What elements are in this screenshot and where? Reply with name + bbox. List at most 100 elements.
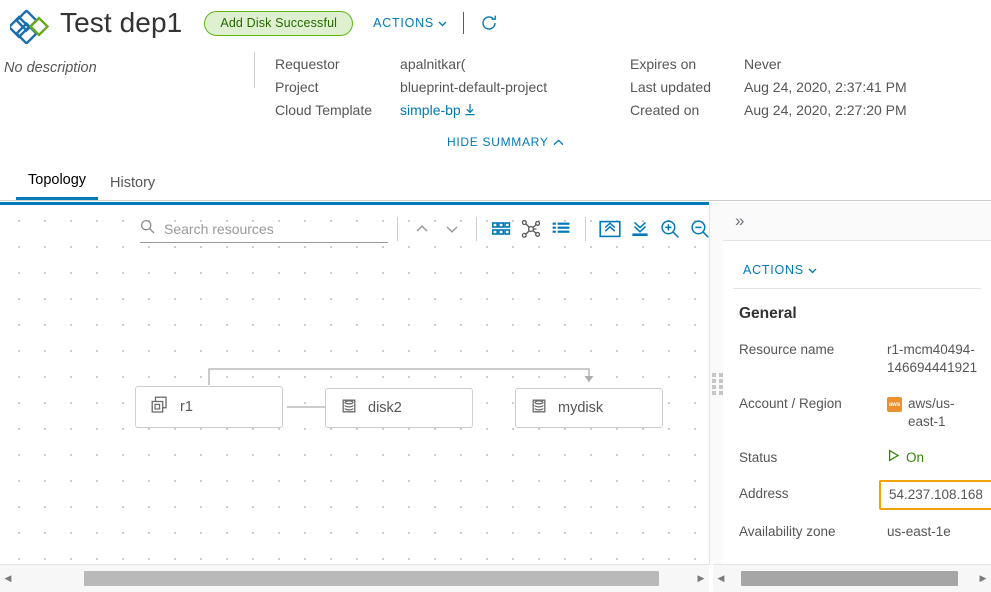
hide-summary-label: HIDE SUMMARY [447,135,549,149]
availability-zone-value: us-east-1e [887,524,951,539]
cloud-template-link[interactable]: simple-bp [400,102,461,118]
scroll-left-arrow[interactable]: ◀ [713,565,729,592]
search-resources-box[interactable] [140,216,388,243]
property-row-resource-name: Resource name r1-mcm40494-146694441921 [739,341,981,377]
property-row-availability-zone: Availability zone us-east-1e [739,523,981,541]
account-region-text: aws/us-east-1 [908,396,955,429]
property-label: Status [739,450,778,465]
scroll-right-arrow[interactable]: ▶ [975,565,991,592]
topology-canvas[interactable]: r1 disk2 [0,202,709,565]
expires-on-value: Never [744,56,782,72]
panel-horizontal-scrollbar[interactable]: ◀ ▶ [713,564,991,592]
hide-summary-button[interactable]: HIDE SUMMARY [447,135,564,149]
property-label: Address [739,486,789,501]
chevron-up-icon [553,135,564,149]
tab-topology[interactable]: Topology [16,172,99,200]
chevron-down-icon [808,263,817,277]
vmware-diamond-logo [7,8,52,46]
topology-view-icon[interactable] [516,215,546,243]
collapse-all-icon[interactable] [595,215,625,243]
toolbar-divider [397,217,398,241]
address-value[interactable]: 54.237.108.168 [879,480,991,510]
canvas-dot-grid [0,202,709,565]
status-value: On [887,449,924,467]
canvas-toolbar [140,214,709,244]
scroll-track[interactable] [729,565,975,592]
status-badge: Add Disk Successful [204,10,354,36]
list-view-icon[interactable] [546,215,576,243]
page-header: Test dep1 Add Disk Successful ACTIONS No… [0,0,991,165]
project-link[interactable]: blueprint-default-project [400,76,605,99]
canvas-horizontal-scrollbar[interactable]: ◀ ▶ [0,564,709,592]
resource-details-panel: » ACTIONS General Resource name r1-mcm40… [723,202,991,565]
resource-name-value: r1-mcm40494-146694441921 [887,342,978,375]
search-icon [140,219,155,239]
node-label: disk2 [368,400,402,416]
panel-actions-menu[interactable]: ACTIONS [733,252,981,289]
toolbar-divider [585,217,586,241]
page-title: Test dep1 [60,7,183,38]
zoom-out-icon[interactable] [685,215,709,243]
scroll-thumb[interactable] [83,571,660,586]
summary-label: Last updated [630,79,711,95]
summary-label: Project [275,79,319,95]
splitter-grip [711,372,723,395]
refresh-button[interactable] [480,14,498,32]
summary-values-2: Never Aug 24, 2020, 2:37:41 PM Aug 24, 2… [744,53,907,122]
panel-actions-label: ACTIONS [743,263,804,277]
deployment-details-page: Test dep1 Add Disk Successful ACTIONS No… [0,0,991,592]
cluster-icon [150,395,170,419]
summary-label: Expires on [630,56,697,72]
scroll-left-arrow[interactable]: ◀ [0,565,16,592]
status-text: On [906,450,925,465]
chevron-down-icon[interactable] [437,215,467,243]
summary-block: Requestor Project Cloud Template apalnit… [275,53,907,122]
node-label: mydisk [558,400,604,416]
summary-labels-1: Requestor Project Cloud Template [275,53,372,122]
header-actions-menu[interactable]: ACTIONS [373,16,447,30]
property-label: Resource name [739,342,835,357]
property-row-address: Address 54.237.108.168 [739,480,991,510]
cloud-template-row: simple-bp [400,99,605,122]
topology-node-mydisk[interactable]: mydisk [515,388,663,428]
summary-label: Requestor [275,56,340,72]
scroll-right-arrow[interactable]: ▶ [693,565,709,592]
node-label: r1 [180,399,193,415]
created-on-value: Aug 24, 2020, 2:27:20 PM [744,102,907,118]
chevron-up-icon[interactable] [407,215,437,243]
disk-icon [340,396,358,420]
last-updated-value: Aug 24, 2020, 2:37:41 PM [744,79,907,95]
summary-label: Cloud Template [275,102,373,118]
panel-section-title: General [739,305,797,322]
tab-history[interactable]: History [98,175,167,200]
property-row-status: Status On [739,449,981,467]
search-input[interactable] [162,219,388,238]
summary-values-1: apalnitkar( blueprint-default-project si… [400,53,605,122]
account-region-value: aws aws/us-east-1 [887,395,981,431]
property-label: Account / Region [739,396,842,411]
download-icon[interactable] [464,100,476,123]
requestor-value: apalnitkar( [400,56,466,72]
property-label: Availability zone [739,524,836,539]
scroll-thumb[interactable] [741,571,958,586]
summary-label: Created on [630,102,700,118]
grid-view-icon[interactable] [486,215,516,243]
summary-labels-2: Expires on Last updated Created on [630,53,711,122]
property-row-account-region: Account / Region aws aws/us-east-1 [739,395,981,431]
collapse-panel-button[interactable]: » [723,202,991,241]
status-on-group: On [887,449,924,467]
title-row: Test dep1 Add Disk Successful ACTIONS [60,6,498,40]
property-list: Resource name r1-mcm40494-146694441921 A… [723,323,991,541]
chevron-down-icon [438,16,447,30]
tab-bar: Topology History [0,166,991,201]
topology-node-r1[interactable]: r1 [135,386,283,428]
summary-divider [254,52,255,88]
summary-column-2: Expires on Last updated Created on Never… [630,53,907,122]
expand-all-icon[interactable] [625,215,655,243]
scroll-track[interactable] [16,565,693,592]
topology-node-disk2[interactable]: disk2 [325,388,473,428]
deployment-description: No description [4,60,97,76]
disk-icon [530,396,548,420]
power-on-icon [887,449,900,467]
zoom-in-icon[interactable] [655,215,685,243]
